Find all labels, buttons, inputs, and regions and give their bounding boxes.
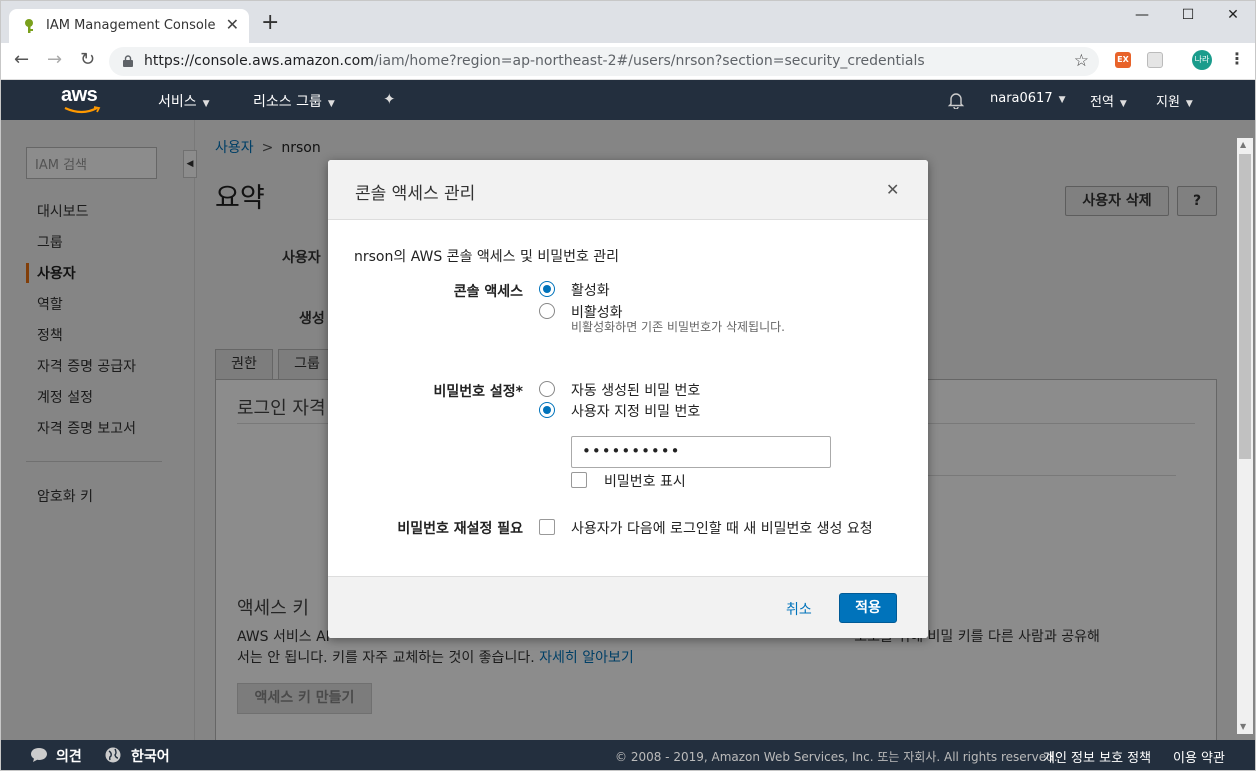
bell-icon[interactable] [947,91,965,109]
services-menu[interactable]: 서비스 ▼ [158,91,210,111]
forward-icon[interactable]: → [47,51,62,69]
terms-link[interactable]: 이용 약관 [1173,747,1225,766]
chevron-down-icon: ▼ [1119,99,1127,109]
minimize-icon[interactable]: — [1127,7,1157,27]
support-label: 지원 [1156,95,1180,110]
services-label: 서비스 [158,94,197,110]
enable-radio[interactable] [539,281,555,297]
modal-header: 콘솔 액세스 관리 ✕ [328,160,928,220]
support-menu[interactable]: 지원 ▼ [1156,91,1193,110]
modal-footer: 취소 적용 [328,576,928,638]
lock-icon [123,55,133,67]
modal-description: nrson의 AWS 콘솔 액세스 및 비밀번호 관리 [354,249,620,265]
auto-password-radio[interactable] [539,381,555,397]
feedback-link[interactable]: 의견 [56,746,82,766]
chevron-down-icon: ▼ [1058,95,1066,105]
account-label: nara0617 [990,91,1053,106]
browser-tabbar: IAM Management Console ✕ + — ☐ ✕ [0,0,1256,44]
reload-icon[interactable]: ↻ [80,51,95,69]
page-scrollbar[interactable]: ▲ ▼ [1237,138,1253,734]
region-label: 전역 [1090,95,1114,110]
resource-groups-menu[interactable]: 리소스 그룹 ▼ [253,91,335,111]
password-input[interactable]: •••••••••• [571,436,831,468]
browser-tab[interactable]: IAM Management Console ✕ [9,9,249,44]
disable-hint: 비활성화하면 기존 비밀번호가 삭제됩니다. [571,320,785,334]
enable-label[interactable]: 활성화 [571,280,610,300]
show-password-checkbox[interactable] [571,472,587,488]
privacy-policy-link[interactable]: 개인 정보 보호 정책 [1043,747,1151,766]
show-password-label[interactable]: 비밀번호 표시 [604,471,686,491]
language-selector[interactable]: 한국어 [131,746,170,766]
aws-logo[interactable]: aws [61,84,98,107]
extension-icon-2[interactable] [1147,52,1163,68]
maximize-icon[interactable]: ☐ [1173,7,1203,27]
tab-close-icon[interactable]: ✕ [226,15,239,34]
scroll-thumb[interactable] [1239,154,1251,459]
chevron-down-icon: ▼ [327,99,335,109]
chevron-down-icon: ▼ [1185,99,1193,109]
disable-radio[interactable] [539,303,555,319]
console-access-label: 콘솔 액세스 [453,284,523,300]
aws-smile-icon [64,106,101,114]
reset-password-text[interactable]: 사용자가 다음에 로그인할 때 새 비밀번호 생성 요청 [571,518,873,538]
scroll-up-icon[interactable]: ▲ [1240,140,1246,149]
password-setting-label: 비밀번호 설정* [433,384,523,400]
browser-toolbar: ← → ↻ https://console.aws.amazon.com/iam… [0,43,1256,80]
reset-password-checkbox[interactable] [539,519,555,535]
pin-icon[interactable]: ✦ [383,90,396,108]
modal-close-icon[interactable]: ✕ [886,180,899,199]
aws-footer: 의견 한국어 © 2008 - 2019, Amazon Web Service… [0,740,1256,771]
scroll-down-icon[interactable]: ▼ [1240,722,1246,731]
console-access-modal: 콘솔 액세스 관리 ✕ nrson의 AWS 콘솔 액세스 및 비밀번호 관리 … [328,160,928,638]
browser-menu-icon[interactable]: ⋮ [1229,49,1245,68]
bookmark-star-icon[interactable]: ☆ [1074,51,1089,71]
url-host: https://console.aws.amazon.com [144,53,374,69]
url-text: https://console.aws.amazon.com/iam/home?… [144,53,925,69]
globe-icon [105,747,121,763]
window-close-icon[interactable]: ✕ [1218,7,1248,27]
reset-password-label: 비밀번호 재설정 필요 [397,521,523,537]
cancel-button[interactable]: 취소 [786,599,812,619]
back-icon[interactable]: ← [14,51,29,69]
key-icon [25,19,33,33]
region-menu[interactable]: 전역 ▼ [1090,91,1127,110]
url-path: /iam/home?region=ap-northeast-2#/users/n… [373,53,925,69]
tab-title: IAM Management Console [46,18,216,33]
copyright-text: © 2008 - 2019, Amazon Web Services, Inc.… [615,750,1058,764]
chevron-down-icon: ▼ [202,99,210,109]
address-bar[interactable]: https://console.aws.amazon.com/iam/home?… [109,47,1099,76]
modal-title: 콘솔 액세스 관리 [355,184,476,204]
feedback-icon [31,748,47,762]
extension-icon[interactable]: EX [1115,52,1131,68]
aws-navbar: aws 서비스 ▼ 리소스 그룹 ▼ ✦ nara0617 ▼ 전역 ▼ 지원 ▼ [0,80,1256,120]
profile-avatar[interactable]: 나라 [1192,50,1212,70]
resource-groups-label: 리소스 그룹 [253,94,322,110]
custom-password-label[interactable]: 사용자 지정 비밀 번호 [571,401,700,421]
account-menu[interactable]: nara0617 ▼ [990,91,1066,106]
auto-password-label[interactable]: 자동 생성된 비밀 번호 [571,380,700,400]
new-tab-icon[interactable]: + [261,12,279,34]
custom-password-radio[interactable] [539,402,555,418]
apply-button[interactable]: 적용 [839,593,897,623]
